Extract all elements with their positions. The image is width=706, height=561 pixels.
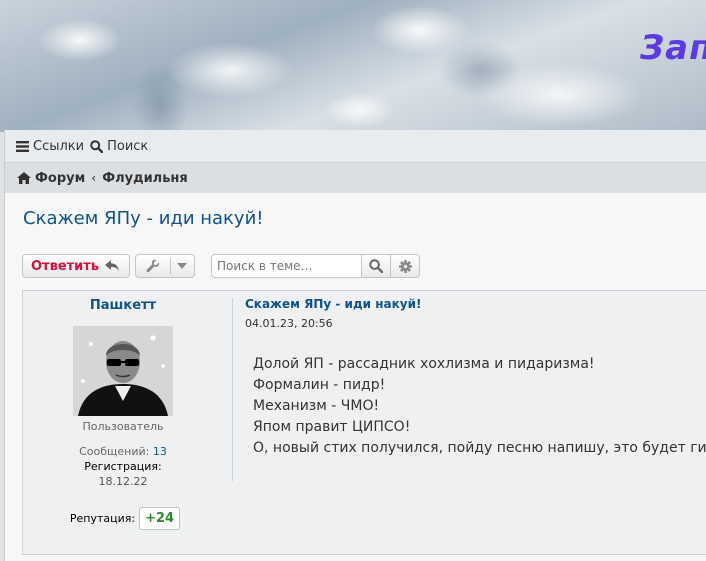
post-line-text: О, новый стих получился, пойду песню нап… xyxy=(253,440,706,456)
nav-links-label: Ссылки xyxy=(33,138,85,154)
nav-search-label: Поиск xyxy=(107,138,149,154)
reputation: Репутация: +24 xyxy=(23,507,223,530)
user-rank: Пользователь xyxy=(82,420,164,433)
post-line: Формалин - пидр! xyxy=(253,377,386,393)
reputation-label: Репутация: xyxy=(69,512,136,525)
post-count-value[interactable]: 13 xyxy=(153,445,167,458)
search-icon xyxy=(90,139,104,153)
wrench-icon xyxy=(146,259,160,273)
post-line: Механизм - ЧМО! xyxy=(253,398,380,414)
topic-search-button[interactable] xyxy=(361,254,391,278)
breadcrumb: Форум ‹ Флудильня xyxy=(5,163,706,193)
reputation-badge[interactable]: +24 xyxy=(139,507,181,530)
topic-search-input[interactable] xyxy=(211,254,362,278)
reply-button[interactable]: Ответить xyxy=(22,254,130,278)
post-line: Япом правит ЦИПСО! xyxy=(253,419,411,435)
post-body: Скажем ЯПу - иди накуй! 04.01.23, 20:56 … xyxy=(245,297,706,459)
header-banner: Запа xyxy=(0,0,706,132)
post-line: О, новый стих получился, пойду песню нап… xyxy=(253,438,706,459)
nav-links[interactable]: Ссылки xyxy=(16,139,84,154)
breadcrumb-subforum-label: Флудильня xyxy=(102,170,188,186)
post-author[interactable]: Пашкетт xyxy=(23,298,223,313)
navbar: Ссылки Поиск xyxy=(5,130,706,163)
caret-down-icon xyxy=(177,263,187,269)
reply-button-label: Ответить xyxy=(31,258,100,274)
menu-icon xyxy=(16,140,29,152)
breadcrumb-separator-icon: ‹ xyxy=(91,171,97,185)
page-frame: Ссылки Поиск Форум ‹ Флудильня Скажем ЯП… xyxy=(4,130,706,561)
search-icon xyxy=(369,259,383,273)
tools-divider xyxy=(170,258,171,274)
breadcrumb-forum-label: Форум xyxy=(35,170,86,186)
reply-arrow-icon xyxy=(105,260,120,271)
page-title[interactable]: Скажем ЯПу - иди накуй! xyxy=(23,208,264,229)
post-divider xyxy=(232,298,233,481)
post-count: Сообщений: 13 xyxy=(23,444,223,459)
registration-date: 18.12.22 xyxy=(98,475,148,488)
post-line: Долой ЯП - рассадник хохлизма и пидаризм… xyxy=(253,356,595,372)
home-icon xyxy=(17,172,31,184)
post: Пашкетт Пользователь Сообщений: 13 Регис… xyxy=(22,290,706,555)
post-count-label: Сообщений: xyxy=(79,445,150,458)
post-date: 04.01.23, 20:56 xyxy=(245,317,333,330)
registration-label: Регистрация: xyxy=(84,460,162,473)
post-content: Долой ЯП - рассадник хохлизма и пидаризм… xyxy=(253,354,706,459)
post-profile: Пашкетт Пользователь Сообщений: 13 Регис… xyxy=(23,291,223,530)
post-title[interactable]: Скажем ЯПу - иди накуй! xyxy=(245,297,706,311)
avatar[interactable] xyxy=(73,326,173,416)
tools-dropdown-button[interactable] xyxy=(135,254,195,278)
gear-icon xyxy=(398,259,412,273)
registration: Регистрация: xyxy=(23,459,223,474)
advanced-search-button[interactable] xyxy=(390,254,420,278)
site-title[interactable]: Запа xyxy=(640,28,706,68)
breadcrumb-forum[interactable]: Форум xyxy=(17,171,85,186)
nav-search[interactable]: Поиск xyxy=(90,139,148,154)
breadcrumb-subforum[interactable]: Флудильня xyxy=(102,171,188,186)
